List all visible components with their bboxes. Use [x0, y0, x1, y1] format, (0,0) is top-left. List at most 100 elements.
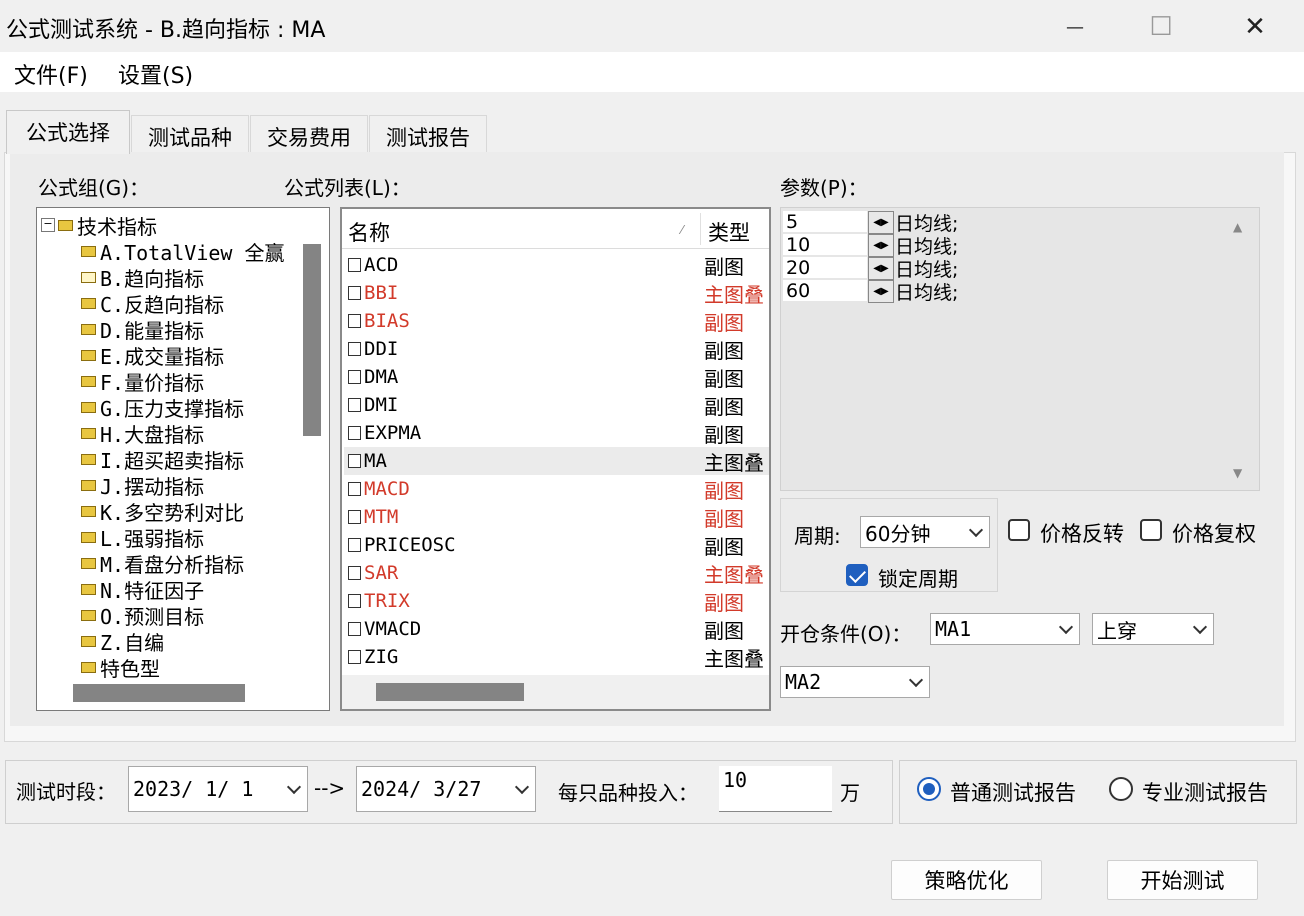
lock-period-checkbox[interactable]: [846, 564, 868, 586]
list-item[interactable]: BBI 主图叠: [344, 279, 769, 307]
investment-input[interactable]: 10: [719, 766, 832, 812]
tree-item[interactable]: H.大盘指标: [81, 420, 205, 447]
formula-doc-icon: [348, 370, 361, 384]
tree-item[interactable]: I.超买超卖指标: [81, 446, 244, 473]
column-name-header[interactable]: 名称: [348, 217, 390, 247]
investment-unit: 万: [840, 781, 860, 805]
tree-item-label: H.大盘指标: [100, 422, 205, 447]
tree-item[interactable]: C.反趋向指标: [81, 290, 224, 317]
list-item[interactable]: SAR 主图叠: [344, 559, 769, 587]
formula-doc-icon: [348, 258, 361, 272]
param-spin-icon[interactable]: ◀▶: [868, 280, 894, 303]
column-type-header[interactable]: 类型: [708, 217, 750, 247]
formula-name: SAR: [364, 562, 399, 584]
folder-icon: [81, 297, 96, 309]
tree-item[interactable]: L.强弱指标: [81, 524, 204, 551]
tree-item[interactable]: K.多空势利对比: [81, 498, 244, 525]
minimize-button[interactable]: —: [1046, 4, 1104, 50]
tree-item[interactable]: E.成交量指标: [81, 342, 224, 369]
formula-type: 副图: [704, 254, 744, 279]
list-item[interactable]: MA 主图叠: [344, 447, 769, 475]
price-adjust-checkbox[interactable]: [1140, 519, 1162, 541]
menu-settings[interactable]: 设置(S): [118, 58, 193, 90]
tree-item[interactable]: Z.自编: [81, 628, 164, 655]
pro-report-radio[interactable]: [1109, 777, 1133, 801]
formula-doc-icon: [348, 342, 361, 356]
tree-item[interactable]: J.摆动指标: [81, 472, 204, 499]
operator-value: 上穿: [1097, 618, 1137, 643]
tree-item[interactable]: F.量价指标: [81, 368, 204, 395]
tree-item[interactable]: M.看盘分析指标: [81, 550, 244, 577]
tree-item-label: D.能量指标: [100, 318, 205, 343]
formula-list-label: 公式列表(L)：: [284, 176, 411, 200]
list-item[interactable]: DMA 副图: [344, 363, 769, 391]
chevron-down-icon: [286, 779, 302, 795]
tree-item[interactable]: N.特征因子: [81, 576, 205, 603]
tree-hscroll-thumb[interactable]: [73, 684, 245, 702]
tab-test-symbols[interactable]: 测试品种: [131, 115, 249, 153]
list-item[interactable]: BIAS 副图: [344, 307, 769, 335]
folder-icon: [81, 505, 96, 517]
list-item[interactable]: VMACD 副图: [344, 615, 769, 643]
tab-formula-select[interactable]: 公式选择: [6, 110, 130, 154]
params-scroll-down-icon[interactable]: ▼: [1233, 466, 1242, 480]
tab-trade-fees[interactable]: 交易费用: [250, 115, 368, 153]
tree-item[interactable]: G.压力支撑指标: [81, 394, 244, 421]
param-value-input[interactable]: 20: [783, 257, 867, 279]
open-condition-field2[interactable]: MA2: [780, 666, 930, 698]
param-row: 5 ◀▶ 日均线;: [783, 211, 983, 235]
list-item[interactable]: DDI 副图: [344, 335, 769, 363]
list-item[interactable]: MACD 副图: [344, 475, 769, 503]
investment-label: 每只品种投入：: [558, 781, 698, 805]
tree-item[interactable]: O.预测目标: [81, 602, 204, 629]
tree-item-label: B.趋向指标: [100, 266, 205, 291]
folder-icon: [58, 219, 73, 231]
field2-value: MA2: [785, 670, 822, 694]
param-spin-icon[interactable]: ◀▶: [868, 257, 894, 280]
param-value-input[interactable]: 60: [783, 280, 867, 302]
check-icon: [849, 566, 866, 583]
tree-item[interactable]: A.TotalView 全赢: [81, 238, 285, 265]
tree-vscroll-thumb[interactable]: [303, 244, 321, 436]
param-spin-icon[interactable]: ◀▶: [868, 211, 894, 234]
tree-root[interactable]: − 技术指标: [41, 212, 157, 239]
open-condition-operator[interactable]: 上穿: [1092, 613, 1214, 645]
maximize-button[interactable]: ☐: [1132, 4, 1190, 50]
test-period-label: 测试时段：: [16, 780, 116, 804]
period-select[interactable]: 60分钟: [860, 516, 990, 548]
collapse-icon[interactable]: −: [41, 218, 55, 232]
list-item[interactable]: ACD 副图: [344, 251, 769, 279]
close-button[interactable]: ✕: [1226, 4, 1284, 50]
tree-item-label: N.特征因子: [100, 578, 205, 603]
start-test-button[interactable]: 开始测试: [1107, 860, 1258, 900]
list-item[interactable]: MTM 副图: [344, 503, 769, 531]
formula-type: 主图叠: [704, 282, 764, 307]
tree-item[interactable]: B.趋向指标: [81, 264, 205, 291]
list-item[interactable]: DMI 副图: [344, 391, 769, 419]
tree-item[interactable]: 特色型: [81, 654, 160, 681]
list-item[interactable]: EXPMA 副图: [344, 419, 769, 447]
params-scroll-up-icon[interactable]: ▲: [1233, 220, 1242, 234]
start-date-picker[interactable]: 2023/ 1/ 1: [128, 766, 308, 812]
price-reverse-checkbox[interactable]: [1008, 519, 1030, 541]
formula-group-tree[interactable]: − 技术指标 A.TotalView 全赢 B.趋向指标 C.反趋向指标 D.能量指标…: [36, 207, 330, 711]
list-item[interactable]: PRICEOSC 副图: [344, 531, 769, 559]
pro-report-label: 专业测试报告: [1142, 781, 1268, 805]
formula-doc-icon: [348, 426, 361, 440]
open-condition-field1[interactable]: MA1: [930, 613, 1080, 645]
menu-file[interactable]: 文件(F): [14, 58, 88, 90]
list-hscroll-thumb[interactable]: [376, 683, 524, 701]
param-suffix: 日均线;: [895, 282, 959, 304]
tab-test-report[interactable]: 测试报告: [369, 115, 487, 153]
chevron-down-icon: [1058, 619, 1074, 635]
end-date-picker[interactable]: 2024/ 3/27: [356, 766, 536, 812]
param-value-input[interactable]: 5: [783, 211, 867, 233]
list-item[interactable]: ZIG 主图叠: [344, 643, 769, 671]
param-spin-icon[interactable]: ◀▶: [868, 234, 894, 257]
param-value-input[interactable]: 10: [783, 234, 867, 256]
formula-list[interactable]: 名称 ⁄ 类型 ACD 副图 BBI 主图叠 BIAS 副图 DDI 副图 DMA 副图 DMI 副图…: [340, 207, 771, 711]
tree-item[interactable]: D.能量指标: [81, 316, 205, 343]
normal-report-radio[interactable]: [917, 777, 941, 801]
optimize-button[interactable]: 策略优化: [891, 860, 1042, 900]
list-item[interactable]: TRIX 副图: [344, 587, 769, 615]
